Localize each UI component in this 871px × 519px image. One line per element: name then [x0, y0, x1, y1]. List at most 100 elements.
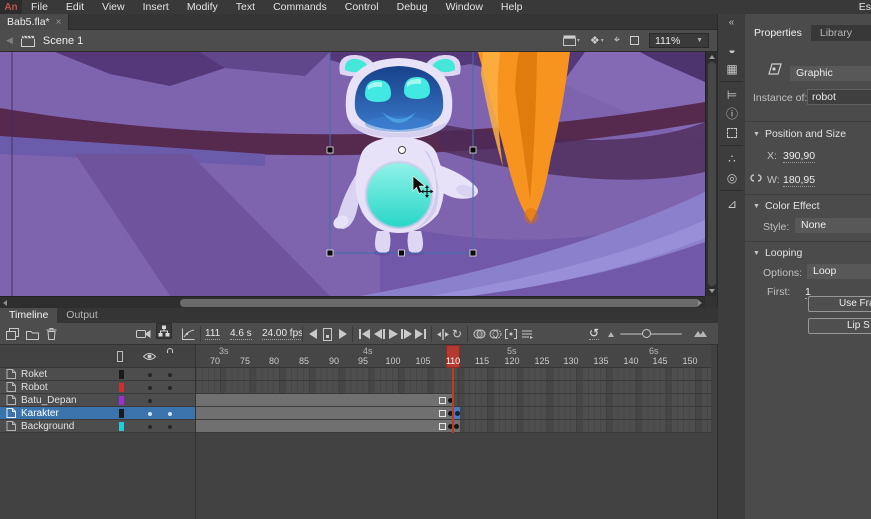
new-folder-button[interactable] [26, 323, 39, 345]
frames-area[interactable]: 3s 4s 5s 6s 70 75 80 85 90 95 100 105 11… [195, 345, 710, 519]
instance-name-field[interactable]: robot [807, 89, 871, 105]
next-frame-button[interactable] [401, 323, 412, 345]
scroll-left-icon[interactable] [3, 300, 7, 306]
layer-lock-toggle[interactable] [168, 373, 172, 377]
layer-row-robot[interactable]: Robot [0, 381, 195, 394]
timeline-zoom-out-icon[interactable] [608, 323, 614, 345]
stage-zoom-select[interactable]: 111% ▼ [649, 33, 709, 48]
symbol-type-dropdown[interactable]: Graphic [790, 66, 871, 81]
motion-editor-panel-icon[interactable]: ⊿ [718, 194, 746, 213]
document-tab[interactable]: Bab5.fla* × [0, 14, 69, 30]
lip-syncing-button[interactable]: Lip S [808, 318, 871, 334]
previous-frame-button[interactable] [374, 323, 385, 345]
layer-outline-swatch[interactable] [119, 383, 124, 392]
outline-color-column-icon[interactable] [117, 351, 123, 362]
menu-control[interactable]: Control [336, 0, 388, 14]
edit-multiple-frames-button[interactable] [505, 323, 517, 345]
layer-visibility-toggle[interactable] [148, 399, 152, 403]
edit-symbols-button[interactable]: ❖▾ [590, 34, 604, 47]
hollow-keyframe-icon[interactable] [439, 397, 446, 404]
current-frame-field[interactable]: 111 [205, 328, 220, 340]
menu-file[interactable]: File [22, 0, 57, 14]
section-color-effect[interactable]: ▼ Color Effect [753, 200, 820, 212]
stage-canvas[interactable] [0, 52, 705, 296]
go-to-last-frame-button[interactable] [415, 323, 426, 345]
collapse-panels-icon[interactable]: « [718, 14, 745, 32]
menu-debug[interactable]: Debug [388, 0, 437, 14]
workspace-switcher[interactable]: Es [859, 1, 871, 13]
reset-timeline-zoom-button[interactable]: ↺ [589, 327, 599, 340]
new-layer-button[interactable] [6, 323, 19, 345]
stage-vertical-scrollbar[interactable] [705, 52, 717, 296]
center-frame-button[interactable] [437, 323, 449, 345]
info-panel-icon[interactable]: ⓘ [718, 104, 746, 123]
slider-knob[interactable] [642, 329, 651, 338]
add-camera-button[interactable] [136, 323, 151, 345]
align-panel-icon[interactable]: ⊨ [718, 85, 746, 104]
menu-window[interactable]: Window [437, 0, 492, 14]
onion-skin-outlines-button[interactable] [489, 323, 502, 345]
layer-outline-swatch[interactable] [119, 396, 124, 405]
tab-timeline[interactable]: Timeline [0, 308, 57, 323]
hollow-keyframe-icon[interactable] [439, 410, 446, 417]
menu-help[interactable]: Help [492, 0, 532, 14]
layer-lock-toggle[interactable] [168, 412, 172, 416]
layer-row-karakter[interactable]: Karakter [0, 407, 195, 420]
step-back-button[interactable] [309, 323, 317, 345]
modify-markers-button[interactable] [521, 323, 533, 345]
onion-skin-button[interactable] [473, 323, 486, 345]
clip-content-button[interactable] [630, 36, 639, 45]
layer-visibility-toggle[interactable] [148, 425, 152, 429]
loop-options-dropdown[interactable]: Loop [807, 264, 871, 279]
style-dropdown[interactable]: None [795, 218, 871, 233]
tab-library[interactable]: Library [811, 25, 861, 41]
layer-visibility-toggle[interactable] [148, 373, 152, 377]
show-parenting-view-button[interactable] [156, 323, 172, 339]
frame-rate-field[interactable]: 24.00 fps [262, 328, 303, 340]
play-button[interactable] [389, 323, 398, 345]
show-layer-depth-button[interactable] [182, 323, 195, 345]
frame-span[interactable] [196, 420, 460, 432]
layer-visibility-toggle[interactable] [148, 386, 152, 390]
menu-view[interactable]: View [93, 0, 134, 14]
menu-edit[interactable]: Edit [57, 0, 93, 14]
scroll-down-icon[interactable] [709, 289, 715, 293]
layer-lock-toggle[interactable] [168, 425, 172, 429]
transform-panel-icon[interactable] [718, 123, 746, 142]
layer-outline-swatch[interactable] [119, 422, 124, 431]
hollow-keyframe-icon[interactable] [439, 423, 446, 430]
menu-insert[interactable]: Insert [134, 0, 178, 14]
tab-properties[interactable]: Properties [745, 25, 811, 41]
transform-point[interactable] [399, 147, 406, 154]
elapsed-time-field[interactable]: 4.6 s [230, 328, 252, 340]
layer-outline-swatch[interactable] [119, 409, 124, 418]
layer-row-roket[interactable]: Roket [0, 368, 195, 381]
section-looping[interactable]: ▼ Looping [753, 247, 802, 259]
brush-library-panel-icon[interactable]: ∴ [718, 149, 746, 168]
menu-commands[interactable]: Commands [264, 0, 336, 14]
back-arrow-icon[interactable]: ◀ [6, 35, 13, 46]
scroll-up-icon[interactable] [709, 55, 715, 59]
timeline-zoom-slider[interactable] [620, 323, 682, 345]
layer-visibility-toggle[interactable] [148, 412, 152, 416]
go-to-first-frame-button[interactable] [359, 323, 370, 345]
loop-playback-button[interactable]: ↻ [452, 323, 462, 345]
layer-row-batu-depan[interactable]: Batu_Depan [0, 394, 195, 407]
layer-outline-swatch[interactable] [119, 370, 124, 379]
edit-scene-button[interactable]: ▾ [563, 35, 580, 46]
layer-lock-toggle[interactable] [168, 386, 172, 390]
menu-modify[interactable]: Modify [178, 0, 227, 14]
frame-span[interactable] [196, 407, 454, 419]
w-value[interactable]: 180,95 [783, 174, 815, 187]
app-logo[interactable]: An [0, 0, 22, 14]
current-frame-indicator[interactable] [323, 323, 332, 345]
color-panel-icon[interactable]: ◒ [718, 40, 746, 59]
frame-ruler[interactable]: 3s 4s 5s 6s 70 75 80 85 90 95 100 105 11… [196, 345, 711, 368]
stage-horizontal-scrollbar[interactable] [0, 296, 705, 308]
center-stage-button[interactable]: ⌖ [614, 34, 620, 47]
frame-span[interactable] [196, 394, 454, 406]
layer-row-background[interactable]: Background [0, 420, 195, 433]
creative-cloud-icon[interactable]: ◎ [718, 168, 746, 187]
selected-frame[interactable] [454, 407, 460, 419]
eye-column-icon[interactable] [143, 352, 156, 361]
